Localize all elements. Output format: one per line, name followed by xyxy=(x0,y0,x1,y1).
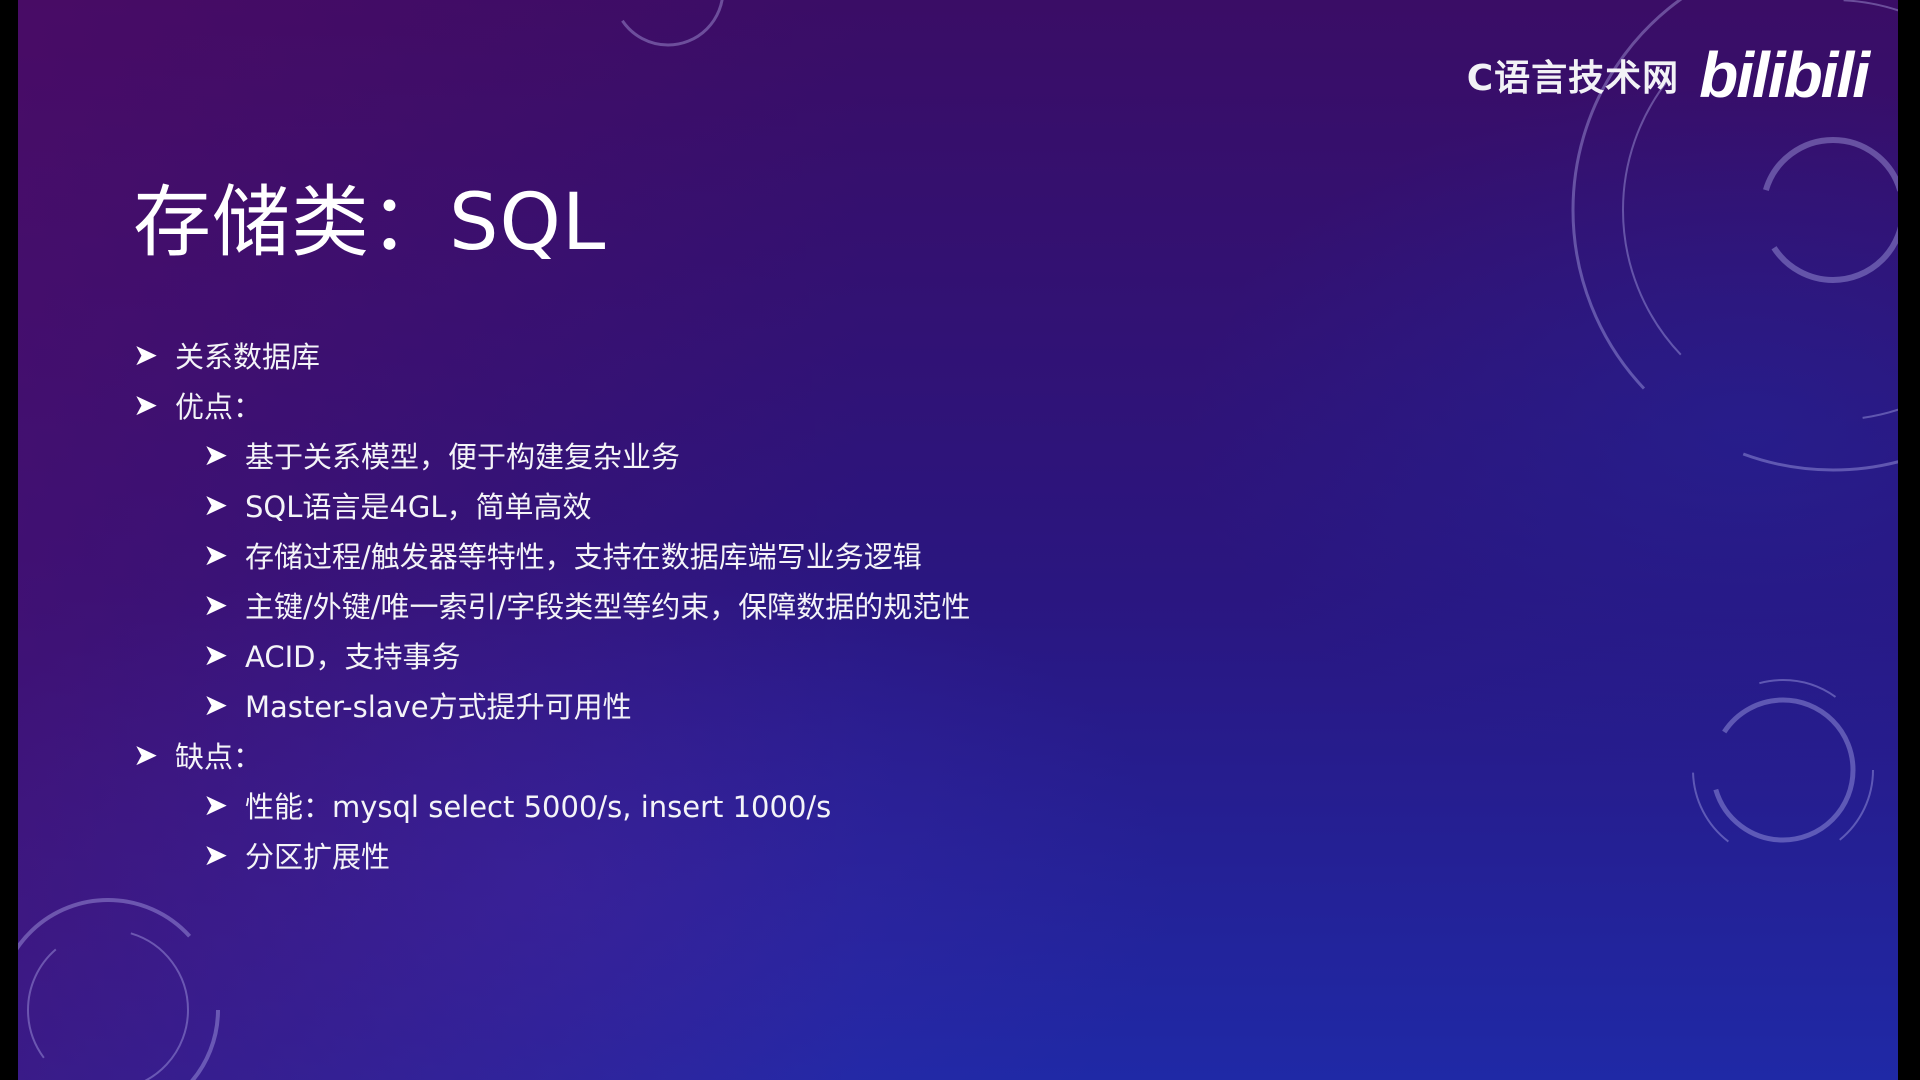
bullet-item: ➤ 主键/外键/唯一索引/字段类型等约束，保障数据的规范性 xyxy=(133,580,970,630)
bullet-text: 基于关系模型，便于构建复杂业务 xyxy=(245,440,681,474)
bullet-list: ➤ 关系数据库 ➤ 优点： ➤ 基于关系模型，便于构建复杂业务 ➤ SQL语言是4GL，… xyxy=(133,330,970,880)
arrow-right-icon: ➤ xyxy=(203,537,229,573)
arrow-right-icon: ➤ xyxy=(133,387,159,423)
bullet-item: ➤ 基于关系模型，便于构建复杂业务 xyxy=(133,430,970,480)
arrow-right-icon: ➤ xyxy=(203,487,229,523)
bullet-item: ➤ SQL语言是4GL，简单高效 xyxy=(133,480,970,530)
bullet-item: ➤ Master-slave方式提升可用性 xyxy=(133,680,970,730)
bilibili-logo: bilibili xyxy=(1699,39,1870,111)
bullet-item: ➤ 优点： xyxy=(133,380,970,430)
arrow-right-icon: ➤ xyxy=(203,587,229,623)
bullet-text: 优点： xyxy=(175,390,263,424)
bullet-item: ➤ ACID，支持事务 xyxy=(133,630,970,680)
bullet-text: ACID，支持事务 xyxy=(245,640,461,674)
arrow-right-icon: ➤ xyxy=(203,637,229,673)
bullet-item: ➤ 分区扩展性 xyxy=(133,830,970,880)
bullet-text: 主键/外键/唯一索引/字段类型等约束，保障数据的规范性 xyxy=(245,590,971,624)
bullet-text: 存储过程/触发器等特性，支持在数据库端写业务逻辑 xyxy=(245,540,922,574)
bullet-text: 关系数据库 xyxy=(175,340,321,374)
channel-name: C语言技术网 xyxy=(1466,58,1680,99)
arrow-right-icon: ➤ xyxy=(133,737,159,773)
bullet-item: ➤ 关系数据库 xyxy=(133,330,970,380)
bullet-text: SQL语言是4GL，简单高效 xyxy=(245,490,592,524)
bullet-item: ➤ 缺点： xyxy=(133,730,970,780)
arrow-right-icon: ➤ xyxy=(203,787,229,823)
arrow-right-icon: ➤ xyxy=(133,337,159,373)
bullet-text: Master-slave方式提升可用性 xyxy=(245,690,632,724)
bullet-item: ➤ 存储过程/触发器等特性，支持在数据库端写业务逻辑 xyxy=(133,530,970,580)
slide-frame: C语言技术网 bilibili 存储类：SQL ➤ 关系数据库 ➤ 优点： ➤ 基于关… xyxy=(18,0,1898,1080)
arrow-right-icon: ➤ xyxy=(203,837,229,873)
arrow-right-icon: ➤ xyxy=(203,437,229,473)
watermark: C语言技术网 bilibili xyxy=(1466,38,1870,112)
slide-title: 存储类：SQL xyxy=(133,178,607,268)
arrow-right-icon: ➤ xyxy=(203,687,229,723)
bullet-text: 性能：mysql select 5000/s, insert 1000/s xyxy=(245,790,832,824)
bullet-item: ➤ 性能：mysql select 5000/s, insert 1000/s xyxy=(133,780,970,830)
bullet-text: 缺点： xyxy=(175,740,263,774)
bullet-text: 分区扩展性 xyxy=(245,840,391,874)
